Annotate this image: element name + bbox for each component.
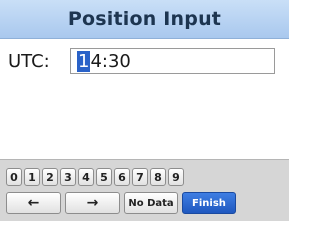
key-4[interactable]: 4 [78,168,94,186]
utc-field-row: UTC: 1 4:30 [8,47,275,75]
key-5[interactable]: 5 [96,168,112,186]
key-3[interactable]: 3 [60,168,76,186]
right-arrow-icon: → [86,195,99,211]
left-arrow-icon: ← [27,195,40,211]
key-7[interactable]: 7 [132,168,148,186]
digit-row: 0 1 2 3 4 5 6 7 8 9 [6,168,184,186]
position-input-screen: Position Input UTC: 1 4:30 0 1 2 3 4 5 6 … [0,0,289,221]
utc-value-rest: 4:30 [90,50,131,72]
utc-input[interactable]: 1 4:30 [70,48,275,74]
title-bar: Position Input [0,0,289,39]
cursor-selected-char: 1 [77,50,91,72]
keypad: 0 1 2 3 4 5 6 7 8 9 ← → No Data Finish [0,159,289,221]
key-9[interactable]: 9 [168,168,184,186]
key-2[interactable]: 2 [42,168,58,186]
no-data-button[interactable]: No Data [124,192,178,214]
right-arrow-button[interactable]: → [65,192,120,214]
left-arrow-button[interactable]: ← [6,192,61,214]
key-6[interactable]: 6 [114,168,130,186]
key-1[interactable]: 1 [24,168,40,186]
action-row: ← → No Data Finish [6,192,236,214]
key-0[interactable]: 0 [6,168,22,186]
key-8[interactable]: 8 [150,168,166,186]
utc-label: UTC: [8,50,50,72]
page-title: Position Input [67,8,222,30]
finish-button[interactable]: Finish [182,192,236,214]
